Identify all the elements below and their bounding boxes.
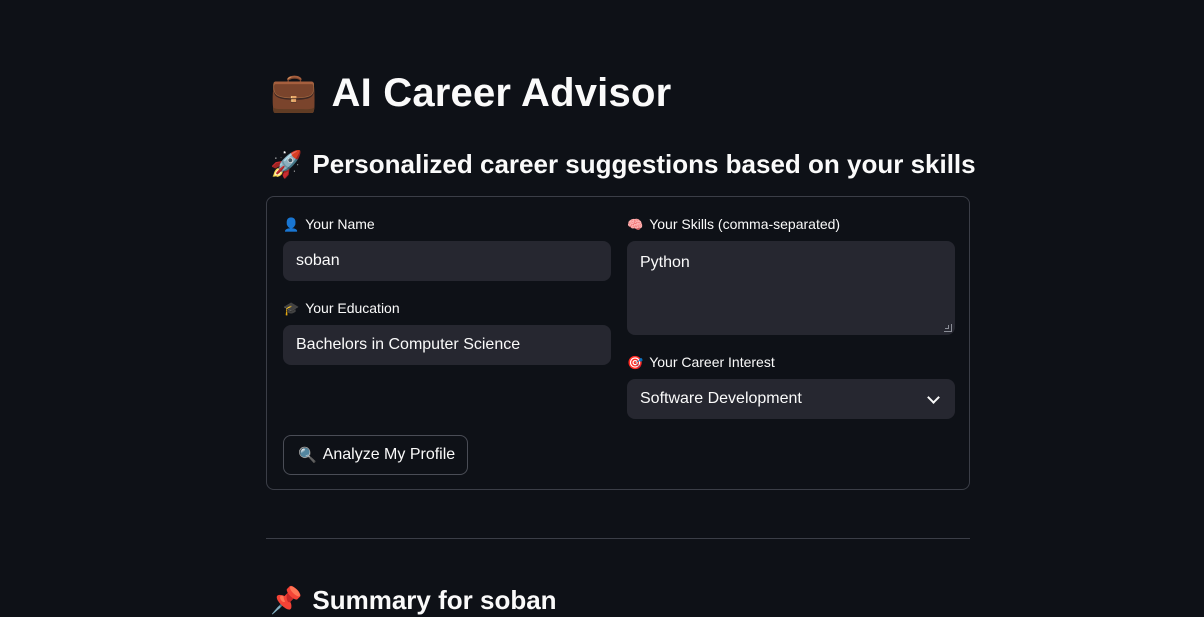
- skills-textarea-value: Python: [640, 254, 690, 271]
- education-field: 🎓 Your Education Bachelors in Computer S…: [283, 298, 611, 365]
- target-icon: 🎯: [627, 354, 644, 370]
- name-input[interactable]: soban: [283, 241, 611, 281]
- education-label: 🎓 Your Education: [283, 298, 611, 318]
- page-subtitle-text: Personalized career suggestions based on…: [312, 148, 976, 179]
- summary-heading: 📌 Summary for soban: [270, 582, 557, 617]
- briefcase-icon: 💼: [270, 72, 318, 114]
- skills-textarea[interactable]: Python: [627, 241, 955, 335]
- skills-field: 🧠 Your Skills (comma-separated) Python: [627, 214, 955, 335]
- name-field: 👤 Your Name soban: [283, 214, 611, 281]
- interest-select[interactable]: Software Development: [627, 379, 955, 419]
- name-input-value: soban: [296, 252, 340, 269]
- chevron-down-icon: [927, 390, 940, 404]
- education-input[interactable]: Bachelors in Computer Science: [283, 325, 611, 365]
- app-page: 💼 AI Career Advisor 🚀 Personalized caree…: [0, 0, 1204, 617]
- name-label: 👤 Your Name: [283, 214, 611, 234]
- page-subtitle: 🚀 Personalized career suggestions based …: [270, 146, 976, 182]
- interest-select-value: Software Development: [640, 390, 802, 407]
- name-label-text: Your Name: [305, 216, 375, 232]
- person-icon: 👤: [283, 216, 300, 232]
- profile-form: 👤 Your Name soban 🎓 Your Education Bache…: [266, 196, 970, 490]
- summary-heading-text: Summary for soban: [312, 584, 557, 615]
- rocket-icon: 🚀: [270, 149, 303, 179]
- interest-label-text: Your Career Interest: [649, 354, 775, 370]
- education-label-text: Your Education: [305, 300, 400, 316]
- skills-label-text: Your Skills (comma-separated): [649, 216, 841, 232]
- brain-icon: 🧠: [627, 216, 644, 232]
- education-input-value: Bachelors in Computer Science: [296, 336, 521, 353]
- skills-label: 🧠 Your Skills (comma-separated): [627, 214, 955, 234]
- pushpin-icon: 📌: [270, 585, 303, 615]
- page-title-text: AI Career Advisor: [331, 70, 672, 115]
- resize-handle-icon[interactable]: [944, 324, 952, 332]
- analyze-profile-button-label: Analyze My Profile: [322, 446, 456, 463]
- interest-field: 🎯 Your Career Interest Software Developm…: [627, 352, 955, 419]
- analyze-profile-button[interactable]: 🔍 Analyze My Profile: [283, 435, 469, 475]
- magnifier-icon: 🔍: [298, 446, 317, 464]
- interest-label: 🎯 Your Career Interest: [627, 352, 955, 372]
- section-divider: [266, 538, 970, 539]
- graduation-cap-icon: 🎓: [283, 300, 300, 316]
- page-title: 💼 AI Career Advisor: [270, 66, 671, 120]
